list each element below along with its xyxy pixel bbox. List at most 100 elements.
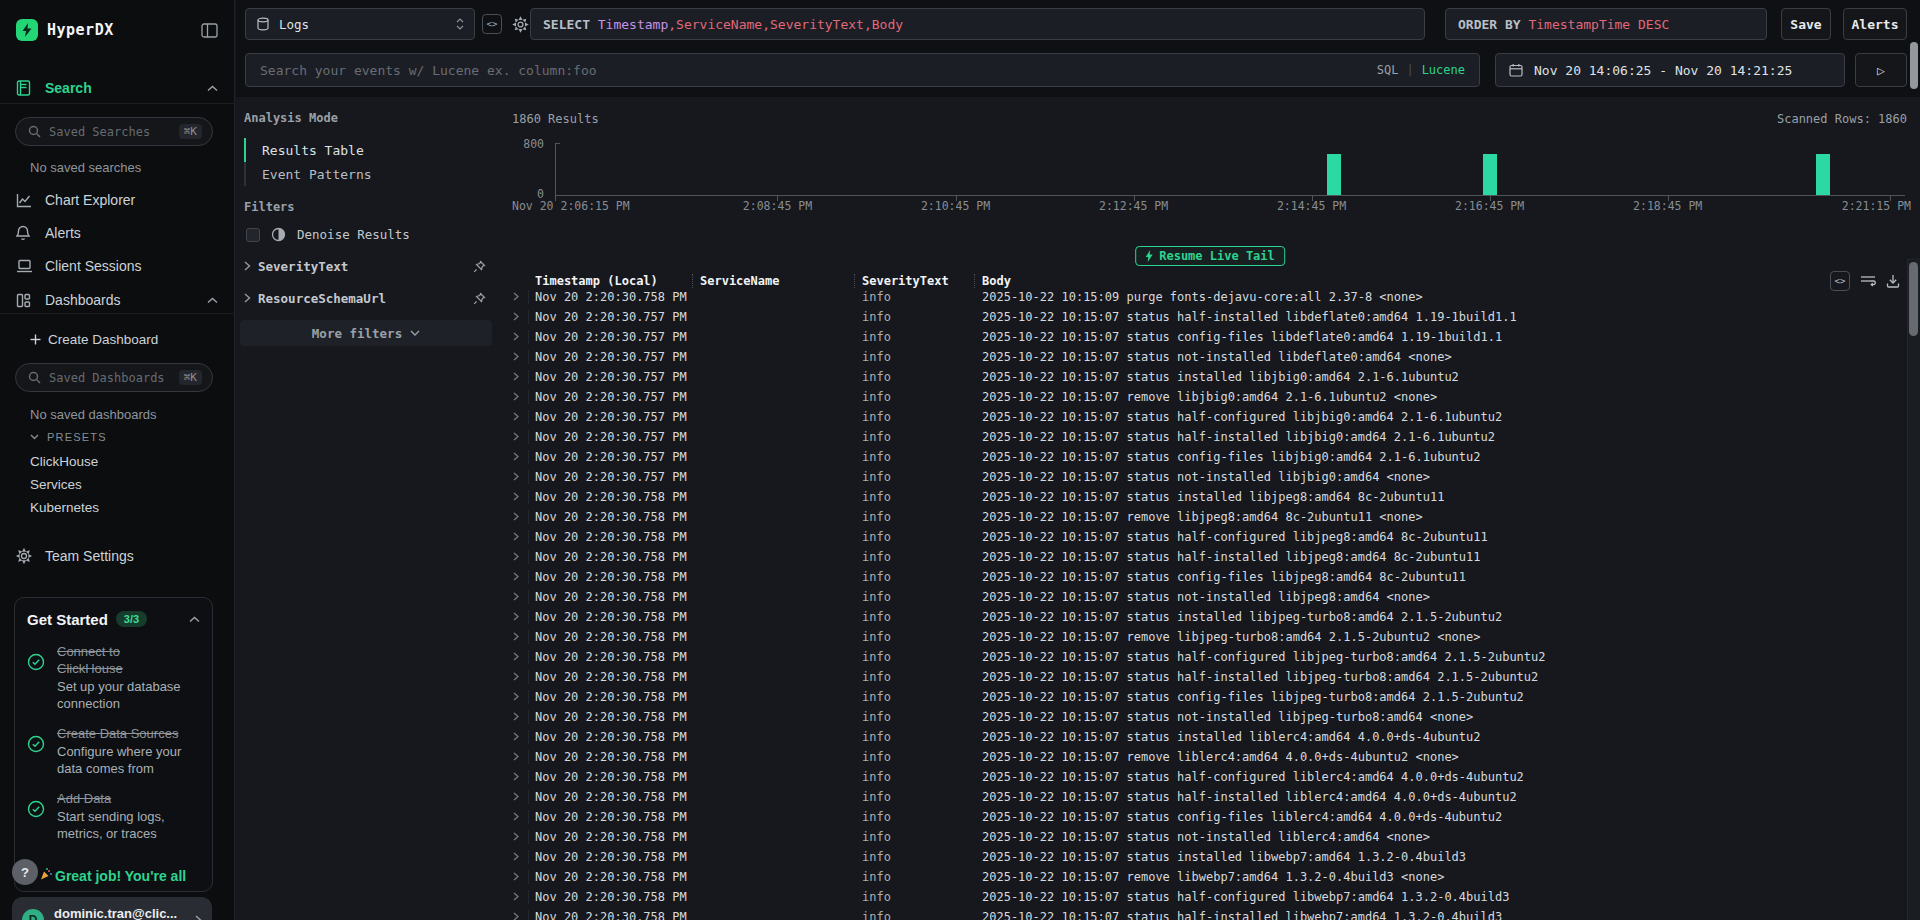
lucene-search-input[interactable]: Search your events w/ Lucene ex. column:… bbox=[245, 53, 1480, 87]
preset-kubernetes[interactable]: Kubernetes bbox=[30, 500, 99, 515]
row-expand-icon[interactable] bbox=[513, 412, 519, 421]
table-row[interactable]: Nov 20 2:20:30.757 PMinfo2025-10-22 10:1… bbox=[500, 427, 1906, 447]
presets-header[interactable]: PRESETS bbox=[30, 431, 107, 443]
table-row[interactable]: Nov 20 2:20:30.757 PMinfo2025-10-22 10:1… bbox=[500, 447, 1906, 467]
row-expand-icon[interactable] bbox=[513, 552, 519, 561]
chevron-up-icon[interactable] bbox=[207, 297, 218, 304]
time-range-picker[interactable]: Nov 20 14:06:25 - Nov 20 14:21:25 bbox=[1495, 53, 1845, 87]
sidebar-item-search[interactable]: Search bbox=[0, 74, 234, 102]
row-expand-icon[interactable] bbox=[513, 912, 519, 920]
table-row[interactable]: Nov 20 2:20:30.758 PMinfo2025-10-22 10:1… bbox=[500, 847, 1906, 867]
pin-icon[interactable] bbox=[473, 260, 486, 273]
table-row[interactable]: Nov 20 2:20:30.758 PMinfo2025-10-22 10:1… bbox=[500, 507, 1906, 527]
table-row[interactable]: Nov 20 2:20:30.757 PMinfo2025-10-22 10:1… bbox=[500, 407, 1906, 427]
select-query-input[interactable]: SELECT Timestamp ,ServiceName,SeverityTe… bbox=[530, 8, 1425, 40]
row-expand-icon[interactable] bbox=[513, 512, 519, 521]
denoise-checkbox[interactable] bbox=[246, 228, 260, 242]
chevron-up-icon[interactable] bbox=[189, 616, 200, 623]
table-row[interactable]: Nov 20 2:20:30.758 PMinfo2025-10-22 10:1… bbox=[500, 907, 1906, 920]
row-expand-icon[interactable] bbox=[513, 672, 519, 681]
download-icon[interactable] bbox=[1886, 274, 1900, 288]
table-row[interactable]: Nov 20 2:20:30.758 PMinfo2025-10-22 10:1… bbox=[500, 487, 1906, 507]
filter-group-resourceschemaurl[interactable]: ResourceSchemaUrl bbox=[244, 287, 494, 309]
pin-icon[interactable] bbox=[473, 292, 486, 305]
row-expand-icon[interactable] bbox=[513, 392, 519, 401]
more-filters-button[interactable]: More filters bbox=[240, 320, 492, 346]
table-row[interactable]: Nov 20 2:20:30.757 PMinfo2025-10-22 10:1… bbox=[500, 367, 1906, 387]
row-expand-icon[interactable] bbox=[513, 532, 519, 541]
table-row[interactable]: Nov 20 2:20:30.757 PMinfo2025-10-22 10:1… bbox=[500, 387, 1906, 407]
row-expand-icon[interactable] bbox=[513, 632, 519, 641]
preset-services[interactable]: Services bbox=[30, 477, 82, 492]
row-expand-icon[interactable] bbox=[513, 852, 519, 861]
row-expand-icon[interactable] bbox=[513, 712, 519, 721]
row-expand-icon[interactable] bbox=[513, 732, 519, 741]
chevron-up-icon[interactable] bbox=[207, 85, 218, 92]
row-expand-icon[interactable] bbox=[513, 692, 519, 701]
mode-results-table[interactable]: Results Table bbox=[244, 138, 494, 162]
row-expand-icon[interactable] bbox=[513, 372, 519, 381]
table-row[interactable]: Nov 20 2:20:30.757 PMinfo2025-10-22 10:1… bbox=[500, 327, 1906, 347]
col-severitytext[interactable]: SeverityText bbox=[862, 274, 949, 288]
table-row[interactable]: Nov 20 2:20:30.758 PMinfo2025-10-22 10:1… bbox=[500, 667, 1906, 687]
row-expand-icon[interactable] bbox=[513, 572, 519, 581]
sidebar-item-team-settings[interactable]: Team Settings bbox=[0, 542, 234, 570]
get-started-item[interactable]: Add Data Start sending logs, metrics, or… bbox=[27, 790, 200, 842]
col-servicename[interactable]: ServiceName bbox=[700, 274, 779, 288]
table-row[interactable]: Nov 20 2:20:30.758 PMinfo2025-10-22 10:1… bbox=[500, 747, 1906, 767]
code-view-button[interactable]: <> bbox=[482, 14, 502, 34]
histogram-bar[interactable] bbox=[1816, 154, 1830, 195]
table-row[interactable]: Nov 20 2:20:30.758 PMinfo2025-10-22 10:1… bbox=[500, 567, 1906, 587]
get-started-item[interactable]: Connect to ClickHouse Set up your databa… bbox=[27, 643, 200, 712]
run-query-button[interactable]: ▷ bbox=[1855, 53, 1907, 87]
row-expand-icon[interactable] bbox=[513, 652, 519, 661]
sidebar-collapse-icon[interactable] bbox=[201, 23, 218, 38]
col-timestamp[interactable]: Timestamp (Local) bbox=[535, 274, 658, 288]
sidebar-item-dashboards[interactable]: Dashboards bbox=[0, 286, 234, 314]
filter-group-severitytext[interactable]: SeverityText bbox=[244, 255, 494, 277]
table-row[interactable]: Nov 20 2:20:30.758 PMinfo2025-10-22 10:1… bbox=[500, 707, 1906, 727]
table-row[interactable]: Nov 20 2:20:30.758 PMinfo2025-10-22 10:1… bbox=[500, 587, 1906, 607]
row-expand-icon[interactable] bbox=[513, 892, 519, 901]
scrollbar-track[interactable] bbox=[1907, 258, 1920, 920]
table-row[interactable]: Nov 20 2:20:30.758 PMinfo2025-10-22 10:1… bbox=[500, 767, 1906, 787]
lucene-toggle[interactable]: Lucene bbox=[1422, 63, 1465, 77]
table-row[interactable]: Nov 20 2:20:30.758 PMinfo2025-10-22 10:1… bbox=[500, 727, 1906, 747]
preset-clickhouse[interactable]: ClickHouse bbox=[30, 454, 98, 469]
col-body[interactable]: Body bbox=[982, 274, 1011, 288]
row-expand-icon[interactable] bbox=[513, 872, 519, 881]
table-row[interactable]: Nov 20 2:20:30.758 PMinfo2025-10-22 10:1… bbox=[500, 527, 1906, 547]
sidebar-item-chart-explorer[interactable]: Chart Explorer bbox=[0, 186, 234, 214]
histogram-bar[interactable] bbox=[1327, 154, 1341, 195]
sql-toggle[interactable]: SQL bbox=[1377, 63, 1399, 77]
table-row[interactable]: Nov 20 2:20:30.758 PMinfo2025-10-22 10:1… bbox=[500, 827, 1906, 847]
create-dashboard-button[interactable]: Create Dashboard bbox=[30, 332, 158, 347]
row-expand-icon[interactable] bbox=[513, 812, 519, 821]
row-expand-icon[interactable] bbox=[513, 792, 519, 801]
row-expand-icon[interactable] bbox=[513, 752, 519, 761]
table-row[interactable]: Nov 20 2:20:30.758 PMinfo2025-10-22 10:1… bbox=[500, 607, 1906, 627]
sidebar-item-client-sessions[interactable]: Client Sessions bbox=[0, 252, 234, 280]
row-expand-icon[interactable] bbox=[513, 492, 519, 501]
table-row[interactable]: Nov 20 2:20:30.758 PMinfo2025-10-22 10:1… bbox=[500, 887, 1906, 907]
row-expand-icon[interactable] bbox=[513, 832, 519, 841]
row-expand-icon[interactable] bbox=[513, 292, 519, 301]
row-expand-icon[interactable] bbox=[513, 352, 519, 361]
table-row[interactable]: Nov 20 2:20:30.758 PMinfo2025-10-22 10:1… bbox=[500, 787, 1906, 807]
saved-dashboards-input[interactable]: Saved Dashboards ⌘K bbox=[15, 363, 213, 392]
alerts-button[interactable]: Alerts bbox=[1843, 8, 1907, 40]
row-expand-icon[interactable] bbox=[513, 452, 519, 461]
row-expand-icon[interactable] bbox=[513, 612, 519, 621]
table-row[interactable]: Nov 20 2:20:30.758 PMinfo2025-10-22 10:1… bbox=[500, 627, 1906, 647]
mode-event-patterns[interactable]: Event Patterns bbox=[244, 162, 494, 186]
table-row[interactable]: Nov 20 2:20:30.758 PMinfo2025-10-22 10:1… bbox=[500, 647, 1906, 667]
table-row[interactable]: Nov 20 2:20:30.758 PMinfo2025-10-22 10:1… bbox=[500, 287, 1906, 307]
table-row[interactable]: Nov 20 2:20:30.757 PMinfo2025-10-22 10:1… bbox=[500, 307, 1906, 327]
sidebar-item-alerts[interactable]: Alerts bbox=[0, 219, 234, 247]
saved-searches-input[interactable]: Saved Searches ⌘K bbox=[15, 117, 213, 146]
histogram-bar[interactable] bbox=[1483, 154, 1497, 195]
get-started-item[interactable]: Create Data Sources Configure where your… bbox=[27, 725, 200, 777]
row-expand-icon[interactable] bbox=[513, 472, 519, 481]
row-expand-icon[interactable] bbox=[513, 592, 519, 601]
table-row[interactable]: Nov 20 2:20:30.758 PMinfo2025-10-22 10:1… bbox=[500, 807, 1906, 827]
